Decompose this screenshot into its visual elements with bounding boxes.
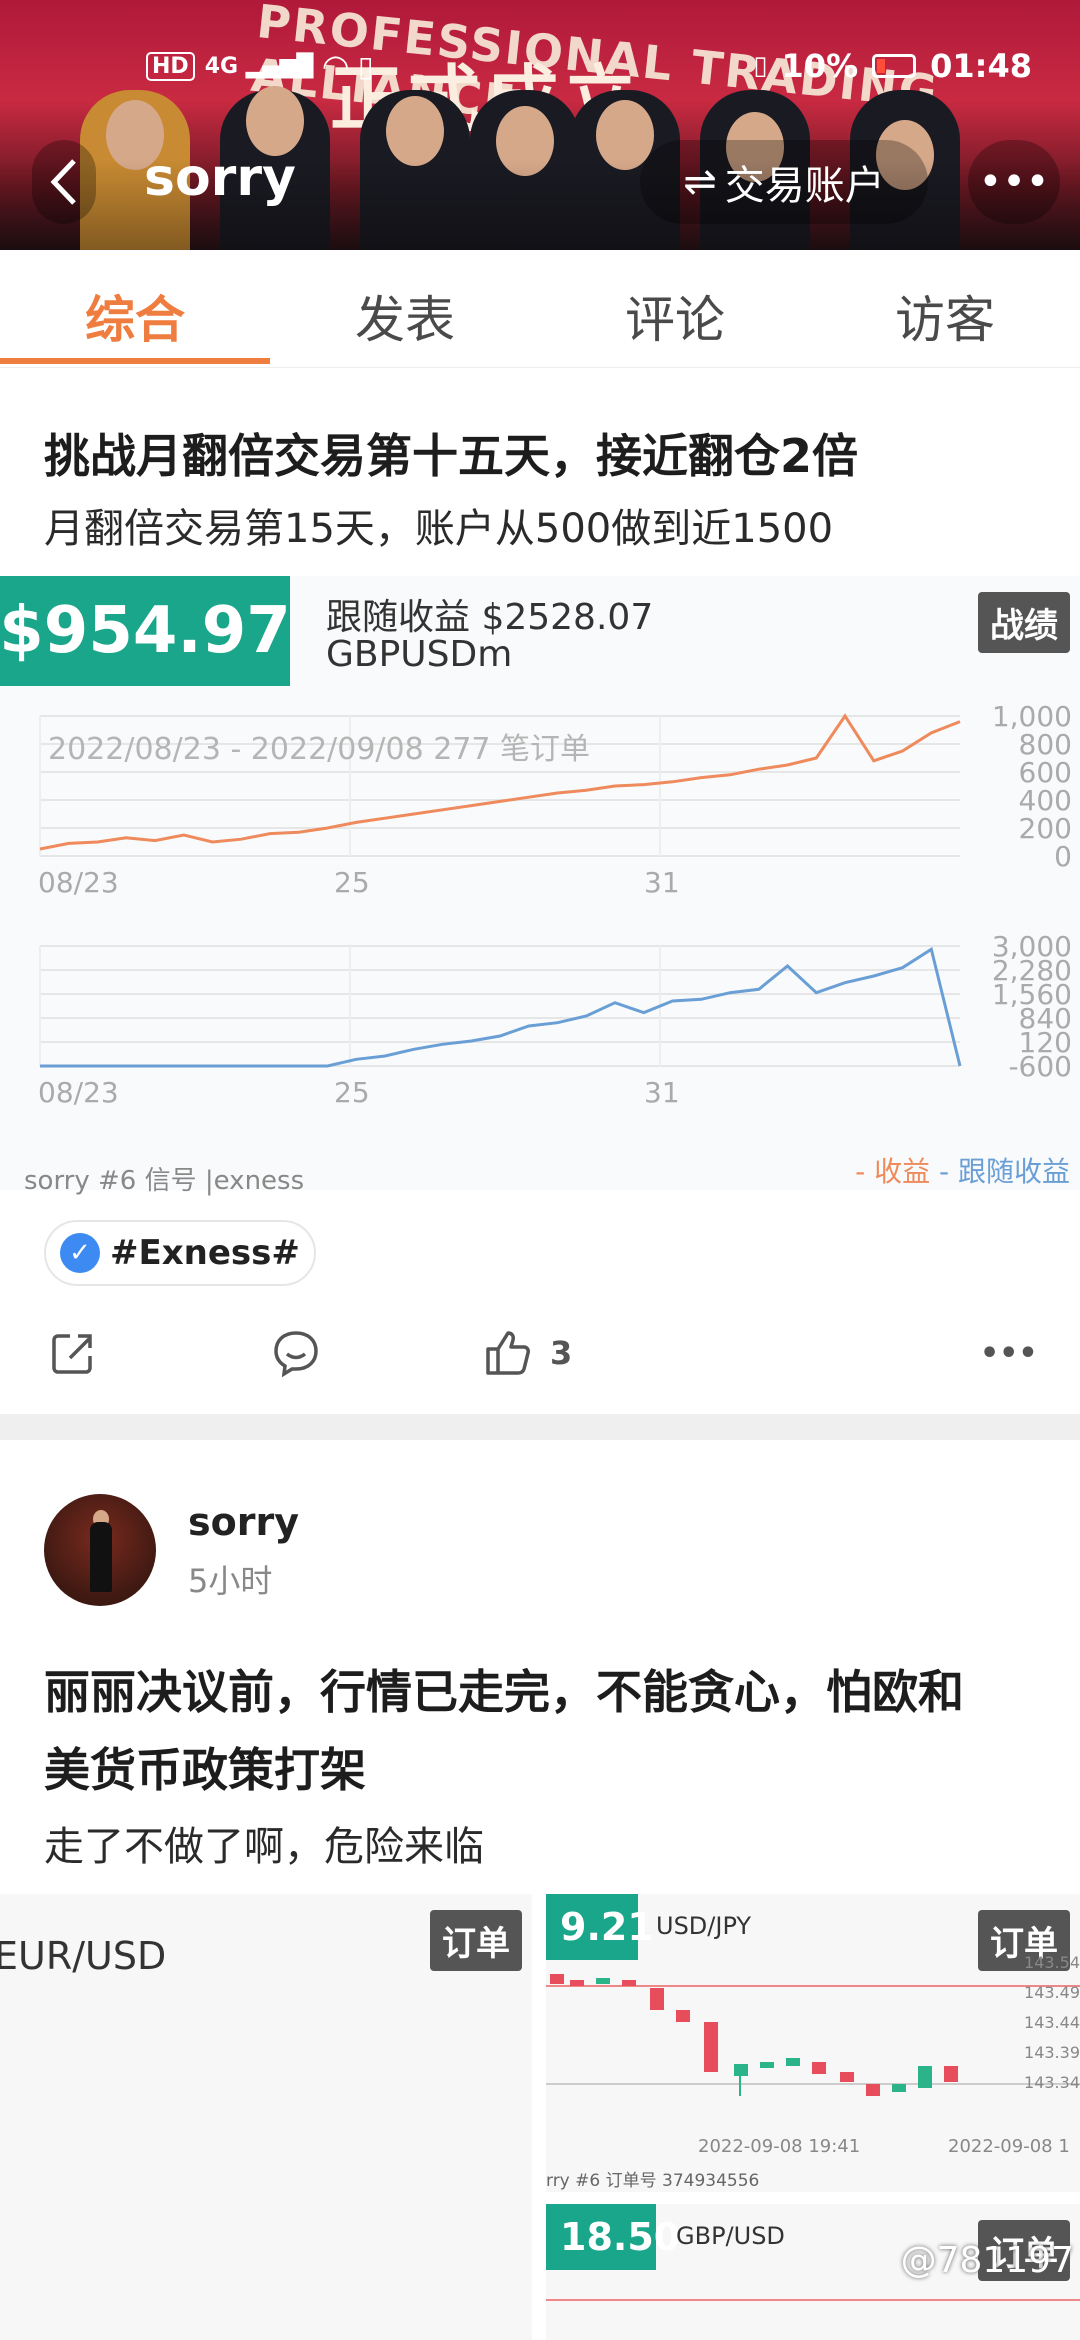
order-image-eurusd[interactable]: EUR/USD 订单: [0, 1894, 532, 2340]
x-tick-label: 25: [334, 866, 370, 899]
order-footer: rry #6 订单号 374934556: [546, 2171, 760, 2191]
time-label: 2022-09-08 19:41: [698, 2136, 861, 2157]
y-tick-label: -600: [1008, 1050, 1072, 1083]
topic-tag-label: #Exness#: [110, 1233, 300, 1273]
post-title[interactable]: 丽丽决议前，行情已走完，不能贪心，怕欧和: [44, 1656, 964, 1722]
order-badge: 订单: [430, 1910, 522, 1971]
follow-profit: 跟随收益 $2528.07: [326, 597, 654, 638]
tab-visitors[interactable]: 访客: [810, 280, 1080, 352]
profile-cover-photo: PROFESSIONAL TRADING ALLIANCE 正式成立: [0, 0, 1080, 250]
date-range: 2022/08/23 - 2022/09/08 277 笔订单: [48, 732, 591, 767]
sim-icon: ▯: [358, 49, 374, 83]
price-axis: 143.54 143.49 143.44 143.39 143.34: [1024, 1953, 1080, 2092]
tab-overview[interactable]: 综合: [0, 280, 270, 352]
pair-label: EUR/USD: [0, 1934, 167, 1978]
x-tick-label: 31: [644, 1076, 680, 1109]
x-tick-label: 08/23: [38, 866, 119, 899]
battery-percent: 10%: [781, 47, 859, 85]
like-count: 3: [550, 1334, 573, 1372]
topic-tag[interactable]: ✓ #Exness#: [44, 1220, 316, 1286]
post-more-button[interactable]: •••: [980, 1320, 1038, 1386]
performance-card[interactable]: $954.97 跟随收益 $2528.07 GBPUSDm 战绩 1,000 80…: [0, 576, 1080, 1196]
back-arrow-icon: [50, 159, 76, 205]
share-button[interactable]: [48, 1320, 98, 1386]
post-subtitle: 月翻倍交易第15天，账户从500做到近1500: [44, 506, 834, 552]
status-bar-left: HD 4G ▂▄▆█ ◠ ▯: [146, 44, 373, 88]
watermark: @781197: [900, 2240, 1074, 2281]
author-avatar[interactable]: [44, 1494, 156, 1606]
swap-icon: ⇌: [683, 159, 717, 205]
x-tick-label: 08/23: [38, 1076, 119, 1109]
more-options-button[interactable]: •••: [968, 140, 1060, 224]
clock: 01:48: [930, 47, 1032, 85]
share-icon: [52, 1334, 92, 1374]
time-label: 2022-09-08 1: [948, 2136, 1070, 2157]
chart-legend: - 收益 - 跟随收益: [855, 1150, 1070, 1190]
symbol-label: GBPUSDm: [326, 634, 513, 675]
profile-tabs: 综合 发表 评论 访客: [0, 250, 1080, 368]
comment-button[interactable]: [270, 1320, 322, 1386]
post-time: 5小时: [188, 1562, 273, 1600]
signal-source: sorry #6 信号 |exness: [24, 1166, 305, 1196]
profit-amount: $954.97: [0, 576, 291, 686]
thumbs-up-icon: [486, 1331, 530, 1375]
comment-icon: [274, 1331, 318, 1378]
back-button[interactable]: [32, 140, 96, 224]
x-tick-label: 25: [334, 1076, 370, 1109]
wifi-icon: ◠: [323, 47, 349, 85]
signal-icon: 4G ▂▄▆█: [204, 53, 314, 79]
app-screen: PROFESSIONAL TRADING ALLIANCE 正式成立 HD 4G…: [0, 0, 1080, 2340]
trading-account-button[interactable]: ⇌ 交易账户: [640, 140, 928, 224]
post-subtitle: 走了不做了啊，危险来临: [44, 1824, 484, 1870]
series-line: [40, 946, 962, 1068]
tab-posts[interactable]: 发表: [270, 280, 540, 352]
active-tab-indicator: [0, 358, 270, 364]
hd-indicator: HD: [146, 51, 195, 81]
battery-icon: [872, 54, 917, 78]
status-bar-right: ▯ 10% 01:48: [753, 44, 1032, 88]
trading-account-label: 交易账户: [724, 163, 885, 209]
verified-check-icon: ✓: [60, 1233, 100, 1273]
legend-follow: - 跟随收益: [938, 1155, 1070, 1188]
post-separator: [0, 1414, 1080, 1440]
author-name[interactable]: sorry: [188, 1500, 299, 1544]
post-title[interactable]: 挑战月翻倍交易第十五天，接近翻仓2倍: [44, 420, 858, 486]
profile-username: sorry: [144, 148, 296, 208]
more-dots-icon: •••: [978, 159, 1050, 205]
order-image-usdjpy[interactable]: 9.21 USD/JPY 订单 143.54 143.49 143.44 143…: [546, 1894, 1080, 2192]
like-button[interactable]: 3: [482, 1320, 572, 1386]
tab-comments[interactable]: 评论: [540, 280, 810, 352]
legend-profit: - 收益: [855, 1155, 931, 1188]
x-tick-label: 31: [644, 866, 680, 899]
y-tick-label: 0: [1054, 840, 1072, 873]
vibrate-icon: ▯: [753, 51, 768, 81]
more-dots-icon: •••: [980, 1335, 1038, 1371]
post-title-line2[interactable]: 美货币政策打架: [44, 1734, 366, 1800]
record-badge: 战绩: [978, 592, 1070, 653]
